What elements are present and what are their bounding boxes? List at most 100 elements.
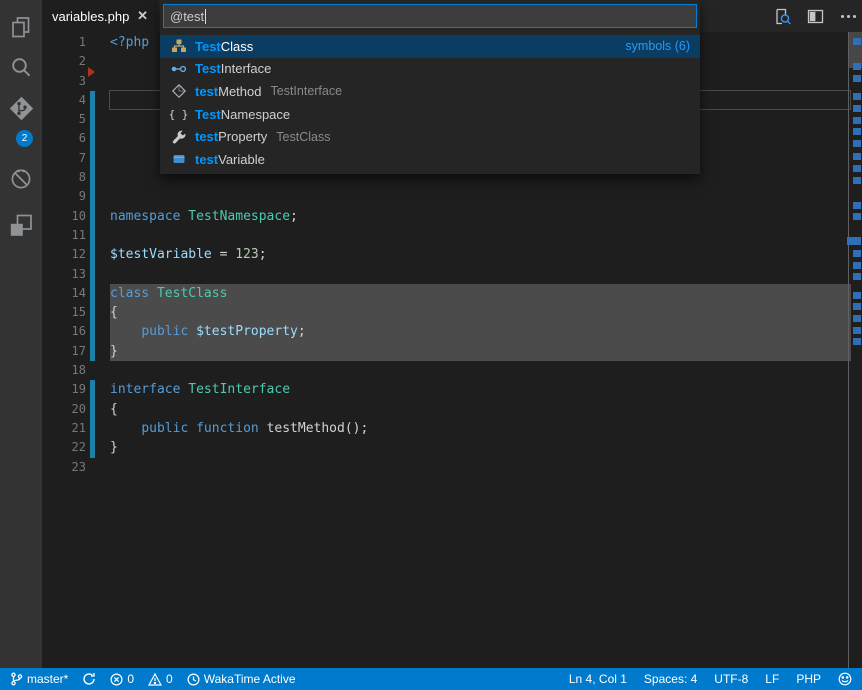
modified-line-marker xyxy=(90,438,95,457)
split-editor-icon[interactable] xyxy=(805,6,825,26)
code-line[interactable]: 18 xyxy=(42,361,852,380)
document-search-icon[interactable] xyxy=(772,6,792,26)
gutter[interactable] xyxy=(86,361,110,380)
quick-open-input-value: @test xyxy=(170,9,204,24)
gutter[interactable] xyxy=(86,129,110,148)
extensions-icon xyxy=(8,213,34,239)
code-line[interactable]: 9 xyxy=(42,187,852,206)
sidebar-item-extensions[interactable] xyxy=(0,206,42,246)
code-line[interactable]: 21 public function testMethod(); xyxy=(42,419,852,438)
quick-open-item[interactable]: testVariable xyxy=(160,148,700,171)
quick-open-item[interactable]: TestClasssymbols (6) xyxy=(160,35,700,58)
overview-decoration-wide xyxy=(847,237,861,245)
code-text: interface TestInterface xyxy=(110,380,852,399)
gutter[interactable] xyxy=(86,265,110,284)
quick-open-item[interactable]: { }TestNamespace xyxy=(160,103,700,126)
overview-decoration xyxy=(853,202,861,209)
line-number: 17 xyxy=(42,342,86,361)
gutter[interactable] xyxy=(86,245,110,264)
source-control-icon xyxy=(8,95,35,122)
code-line[interactable]: 13 xyxy=(42,265,852,284)
symbol-label: testVariable xyxy=(195,152,265,167)
status-sync[interactable] xyxy=(82,672,96,686)
property-symbol-icon xyxy=(170,129,187,145)
status-spaces-4[interactable]: Spaces: 4 xyxy=(644,672,697,686)
quick-open-item[interactable]: TestInterface xyxy=(160,58,700,81)
overview-decoration xyxy=(853,273,861,280)
symbol-label: testProperty xyxy=(195,129,267,144)
code-line[interactable]: 23 xyxy=(42,458,852,477)
code-line[interactable]: 20{ xyxy=(42,400,852,419)
code-line[interactable]: 19interface TestInterface xyxy=(42,380,852,399)
gutter[interactable] xyxy=(86,342,110,361)
gutter[interactable] xyxy=(86,149,110,168)
status-bar-left: master* 00 WakaTime Active xyxy=(10,672,296,686)
quick-open-input[interactable]: @test xyxy=(163,4,697,28)
method-symbol-icon xyxy=(170,83,187,99)
overview-ruler-border xyxy=(848,32,849,668)
clock-icon xyxy=(187,673,200,686)
gutter[interactable] xyxy=(86,322,110,341)
gutter[interactable] xyxy=(86,33,110,52)
line-number: 3 xyxy=(42,72,86,91)
gutter[interactable] xyxy=(86,110,110,129)
gutter[interactable] xyxy=(86,226,110,245)
line-number: 6 xyxy=(42,129,86,148)
status-php[interactable]: PHP xyxy=(796,672,821,686)
status-smiley[interactable] xyxy=(838,672,852,686)
code-line[interactable]: 16 public $testProperty; xyxy=(42,322,852,341)
code-line[interactable]: 17} xyxy=(42,342,852,361)
close-icon[interactable]: ✕ xyxy=(137,8,148,24)
status-utf-8[interactable]: UTF-8 xyxy=(714,672,748,686)
line-number: 13 xyxy=(42,265,86,284)
code-line[interactable]: 22} xyxy=(42,438,852,457)
line-number: 8 xyxy=(42,168,86,187)
code-text: public function testMethod(); xyxy=(110,419,852,438)
symbol-detail: TestClass xyxy=(276,130,330,144)
sidebar-item-explorer[interactable] xyxy=(0,8,42,48)
code-text: class TestClass xyxy=(110,284,852,303)
gutter[interactable] xyxy=(86,380,110,399)
modified-line-marker xyxy=(90,400,95,419)
modified-line-marker xyxy=(90,149,95,168)
code-line[interactable]: 12$testVariable = 123; xyxy=(42,245,852,264)
gutter[interactable] xyxy=(86,207,110,226)
code-line[interactable]: 15{ xyxy=(42,303,852,322)
code-line[interactable]: 14class TestClass xyxy=(42,284,852,303)
gutter[interactable] xyxy=(86,168,110,187)
status-0[interactable]: 0 xyxy=(148,672,173,686)
status-wakatime-active[interactable]: WakaTime Active xyxy=(187,672,296,686)
status-lf[interactable]: LF xyxy=(765,672,779,686)
modified-line-marker xyxy=(90,110,95,129)
gutter[interactable] xyxy=(86,458,110,477)
quick-open-item[interactable]: testMethodTestInterface xyxy=(160,80,700,103)
status-0[interactable]: 0 xyxy=(110,672,134,686)
tab-variables-php[interactable]: variables.php ✕ xyxy=(42,0,158,32)
sidebar-item-debug[interactable] xyxy=(0,159,42,199)
status-master[interactable]: master* xyxy=(10,672,68,686)
code-text xyxy=(110,226,852,245)
gutter[interactable] xyxy=(86,438,110,457)
status-ln-4-col-1[interactable]: Ln 4, Col 1 xyxy=(569,672,627,686)
gutter[interactable] xyxy=(86,303,110,322)
code-line[interactable]: 11 xyxy=(42,226,852,245)
more-actions-icon[interactable] xyxy=(838,6,858,26)
code-line[interactable]: 10namespace TestNamespace; xyxy=(42,207,852,226)
gutter[interactable] xyxy=(86,400,110,419)
overview-decoration xyxy=(853,303,861,310)
warning-icon xyxy=(148,673,162,686)
gutter[interactable] xyxy=(86,419,110,438)
code-text xyxy=(110,265,852,284)
modified-line-marker xyxy=(90,245,95,264)
gutter[interactable] xyxy=(86,52,110,71)
gutter[interactable] xyxy=(86,187,110,206)
gutter[interactable] xyxy=(86,72,110,91)
code-text xyxy=(110,361,852,380)
gutter[interactable] xyxy=(86,91,110,110)
sidebar-item-search[interactable] xyxy=(0,48,42,88)
gutter[interactable] xyxy=(86,284,110,303)
quick-open-item[interactable]: testProperty TestClass xyxy=(160,125,700,148)
status-label: Spaces: 4 xyxy=(644,672,697,686)
sidebar-item-source-control[interactable]: 2 xyxy=(0,88,42,128)
line-number: 5 xyxy=(42,110,86,129)
